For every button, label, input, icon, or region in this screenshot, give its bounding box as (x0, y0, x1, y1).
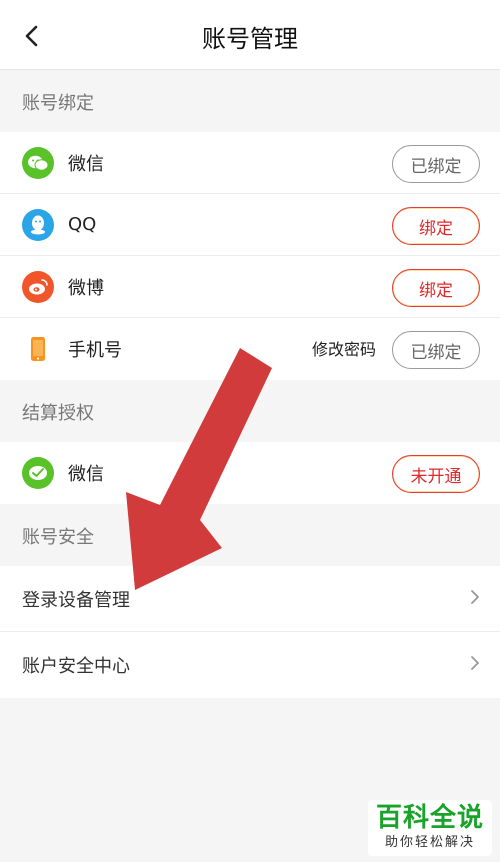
row-label: 微信 (68, 464, 104, 485)
section-header-binding: 账号绑定 (0, 70, 500, 132)
phone-icon (22, 333, 54, 365)
change-password-link[interactable]: 修改密码 (312, 318, 376, 380)
wechat-pay-icon (22, 457, 54, 489)
row-label: 登录设备管理 (22, 589, 130, 611)
page-title: 账号管理 (202, 25, 298, 53)
row-weibo-binding: 微博 绑定 (0, 256, 500, 318)
weibo-icon (22, 270, 54, 303)
row-label: 微信 (68, 153, 104, 175)
bound-button-phone[interactable]: 已绑定 (392, 331, 480, 369)
top-bar: 账号管理 (0, 0, 500, 70)
bind-button-weibo[interactable]: 绑定 (392, 269, 480, 307)
row-wechat-binding: 微信 已绑定 (0, 132, 500, 194)
watermark-logo: 百科全说 助你轻松解决 (368, 800, 492, 856)
wechat-icon (22, 146, 54, 179)
row-label: QQ (68, 214, 97, 235)
watermark-subtitle: 助你轻松解决 (384, 835, 475, 850)
bound-button-wechat[interactable]: 已绑定 (392, 145, 480, 183)
section-header-settlement: 结算授权 (0, 380, 500, 442)
section-header-security: 账号安全 (0, 504, 500, 566)
activate-button-wechat[interactable]: 未开通 (392, 455, 480, 493)
bind-button-qq[interactable]: 绑定 (392, 207, 480, 245)
security-list: 登录设备管理 账户安全中心 (0, 566, 500, 698)
chevron-right-icon (471, 590, 479, 604)
binding-list: 微信 已绑定 QQ 绑定 微博 绑定 手机号 修改密码 已绑定 (0, 132, 500, 380)
row-label: 微博 (68, 277, 104, 299)
row-qq-binding: QQ 绑定 (0, 194, 500, 256)
qq-icon (22, 208, 54, 241)
row-account-security-center[interactable]: 账户安全中心 (0, 632, 500, 698)
row-phone-binding: 手机号 修改密码 已绑定 (0, 318, 500, 380)
settlement-list: 微信 未开通 (0, 442, 500, 504)
row-login-device-management[interactable]: 登录设备管理 (0, 566, 500, 632)
watermark-title: 百科全说 (375, 803, 484, 833)
row-wechat-settlement: 微信 未开通 (0, 442, 500, 504)
row-label: 手机号 (68, 340, 122, 361)
row-label: 账户安全中心 (22, 656, 130, 677)
chevron-right-icon (471, 656, 479, 670)
